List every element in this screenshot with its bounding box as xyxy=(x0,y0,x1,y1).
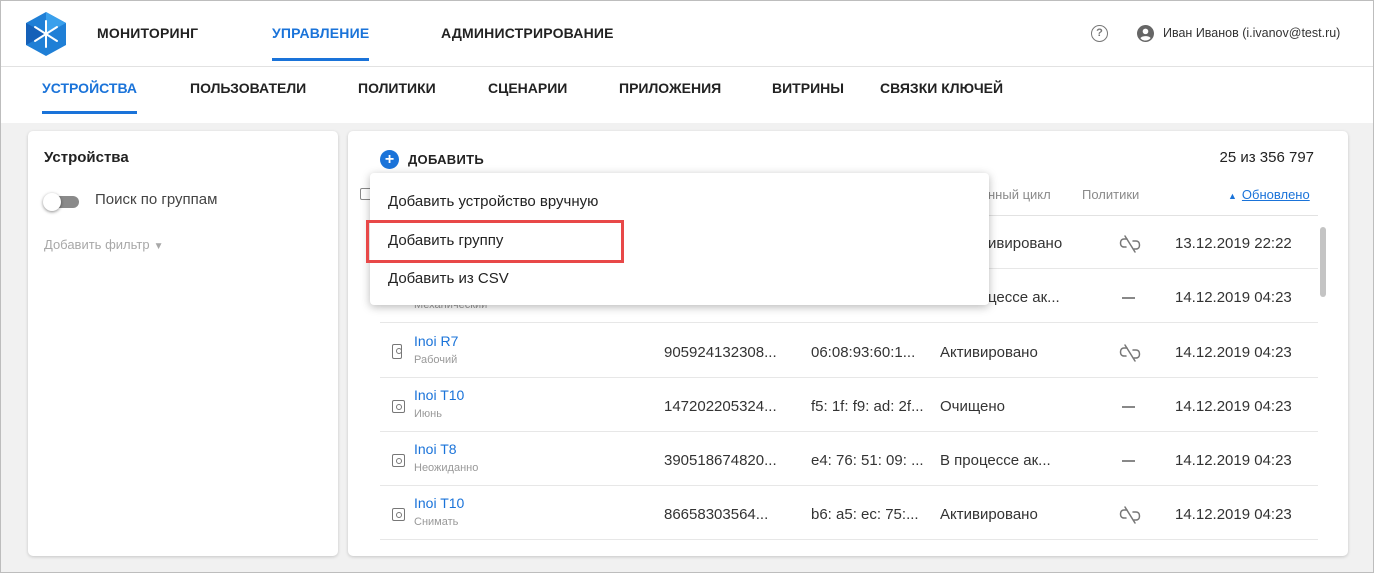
device-mac: b6: a5: ec: 75:... xyxy=(811,506,919,523)
device-updated: 14.12.2019 04:23 xyxy=(1175,344,1292,361)
top-bar: МОНИТОРИНГ УПРАВЛЕНИЕ АДМИНИСТРИРОВАНИЕ … xyxy=(1,1,1373,67)
no-policy-dash xyxy=(1122,460,1135,462)
tab-policies[interactable]: ПОЛИТИКИ xyxy=(358,80,436,96)
filter-panel: Устройства Поиск по группам Добавить фил… xyxy=(28,131,338,556)
column-header-policies[interactable]: Политики xyxy=(1082,187,1139,202)
device-lifecycle-status: цессе ак... xyxy=(988,289,1060,306)
app-window: МОНИТОРИНГ УПРАВЛЕНИЕ АДМИНИСТРИРОВАНИЕ … xyxy=(0,0,1374,573)
nav-administration[interactable]: АДМИНИСТРИРОВАНИЕ xyxy=(441,25,614,41)
app-logo xyxy=(26,12,66,56)
device-updated: 13.12.2019 22:22 xyxy=(1175,235,1292,252)
device-lifecycle-status: ивировано xyxy=(988,235,1063,252)
filter-panel-title: Устройства xyxy=(44,149,129,166)
column-header-updated-label: Обновлено xyxy=(1241,187,1310,202)
device-group-label: Снимать xyxy=(414,516,459,528)
help-icon[interactable]: ? xyxy=(1091,25,1108,42)
device-lifecycle-status: Активировано xyxy=(940,506,1038,523)
table-row[interactable]: Inoi T10 Снимать 86658303564... b6: a5: ec:… xyxy=(380,486,1318,540)
toggle-knob xyxy=(43,193,61,211)
device-serial: 390518674820... xyxy=(664,452,777,469)
unlink-icon xyxy=(1119,344,1141,362)
unlink-icon xyxy=(1119,506,1141,524)
table-row[interactable]: Inoi T8 Неожиданно 390518674820... e4: 76: … xyxy=(380,432,1318,486)
device-updated: 14.12.2019 04:23 xyxy=(1175,398,1292,415)
sort-ascending-icon: ▲ xyxy=(1228,191,1237,201)
tab-showcases[interactable]: ВИТРИНЫ xyxy=(772,80,844,96)
group-search-label: Поиск по группам xyxy=(95,191,218,208)
device-type-icon xyxy=(392,344,402,359)
menu-item-add-group[interactable]: Добавить группу xyxy=(388,232,503,249)
vertical-scrollbar[interactable] xyxy=(1320,227,1326,297)
device-serial: 86658303564... xyxy=(664,506,769,523)
add-filter-label: Добавить фильтр xyxy=(44,237,150,252)
device-name-link[interactable]: Inoi T10 xyxy=(414,495,464,511)
tab-scenarios[interactable]: СЦЕНАРИИ xyxy=(488,80,567,96)
plus-circle-icon: + xyxy=(380,150,399,169)
device-serial: 905924132308... xyxy=(664,344,777,361)
column-header-lifecycle[interactable]: нный цикл xyxy=(988,187,1051,202)
tab-applications[interactable]: ПРИЛОЖЕНИЯ xyxy=(619,80,721,96)
add-filter-dropdown[interactable]: Добавить фильтр ▼ xyxy=(44,237,163,252)
user-name[interactable]: Иван Иванов (i.ivanov@test.ru) xyxy=(1163,26,1340,40)
tab-users[interactable]: ПОЛЬЗОВАТЕЛИ xyxy=(190,80,306,96)
results-count: 25 из 356 797 xyxy=(1219,149,1315,166)
column-header-updated[interactable]: ▲ Обновлено xyxy=(1228,187,1310,202)
device-type-icon xyxy=(392,508,405,521)
unlink-icon xyxy=(1119,235,1141,253)
device-updated: 14.12.2019 04:23 xyxy=(1175,506,1292,523)
menu-item-add-device-manually[interactable]: Добавить устройство вручную xyxy=(388,193,598,210)
nav-management[interactable]: УПРАВЛЕНИЕ xyxy=(272,25,370,61)
device-updated: 14.12.2019 04:23 xyxy=(1175,289,1292,306)
add-button-label: ДОБАВИТЬ xyxy=(408,152,485,167)
device-mac: 06:08:93:60:1... xyxy=(811,344,916,361)
device-group-label: Рабочий xyxy=(414,354,458,366)
table-row[interactable]: Inoi T10 Июнь 147202205324... f5: 1f: f9: a… xyxy=(380,378,1318,432)
device-lifecycle-status: Активировано xyxy=(940,344,1038,361)
device-type-icon xyxy=(392,454,405,467)
caret-down-icon: ▼ xyxy=(153,241,164,252)
device-lifecycle-status: В процессе ак... xyxy=(940,452,1051,469)
no-policy-dash xyxy=(1122,406,1135,408)
device-group-label: Июнь xyxy=(414,408,442,420)
device-name-link[interactable]: Inoi R7 xyxy=(414,333,458,349)
sub-nav: УСТРОЙСТВА ПОЛЬЗОВАТЕЛИ ПОЛИТИКИ СЦЕНАРИ… xyxy=(1,67,1373,123)
table-row[interactable]: Inoi R7 Рабочий 905924132308... 06:08:93:60… xyxy=(380,324,1318,378)
menu-item-add-from-csv[interactable]: Добавить из CSV xyxy=(388,270,509,287)
add-menu-dropdown: Добавить устройство вручную Добавить гру… xyxy=(370,173,989,305)
device-name-link[interactable]: Inoi T10 xyxy=(414,387,464,403)
device-updated: 14.12.2019 04:23 xyxy=(1175,452,1292,469)
device-group-label: Неожиданно xyxy=(414,462,479,474)
device-mac: f5: 1f: f9: ad: 2f... xyxy=(811,398,924,415)
device-serial: 147202205324... xyxy=(664,398,777,415)
tab-keychains[interactable]: СВЯЗКИ КЛЮЧЕЙ xyxy=(880,80,1003,96)
tab-devices[interactable]: УСТРОЙСТВА xyxy=(42,80,137,114)
device-type-icon xyxy=(392,400,405,413)
nav-monitoring[interactable]: МОНИТОРИНГ xyxy=(97,25,198,41)
account-circle-icon[interactable] xyxy=(1137,25,1154,42)
device-name-link[interactable]: Inoi T8 xyxy=(414,441,457,457)
device-mac: e4: 76: 51: 09: ... xyxy=(811,452,924,469)
group-search-toggle[interactable] xyxy=(43,193,81,211)
device-lifecycle-status: Очищено xyxy=(940,398,1006,415)
no-policy-dash xyxy=(1122,297,1135,299)
